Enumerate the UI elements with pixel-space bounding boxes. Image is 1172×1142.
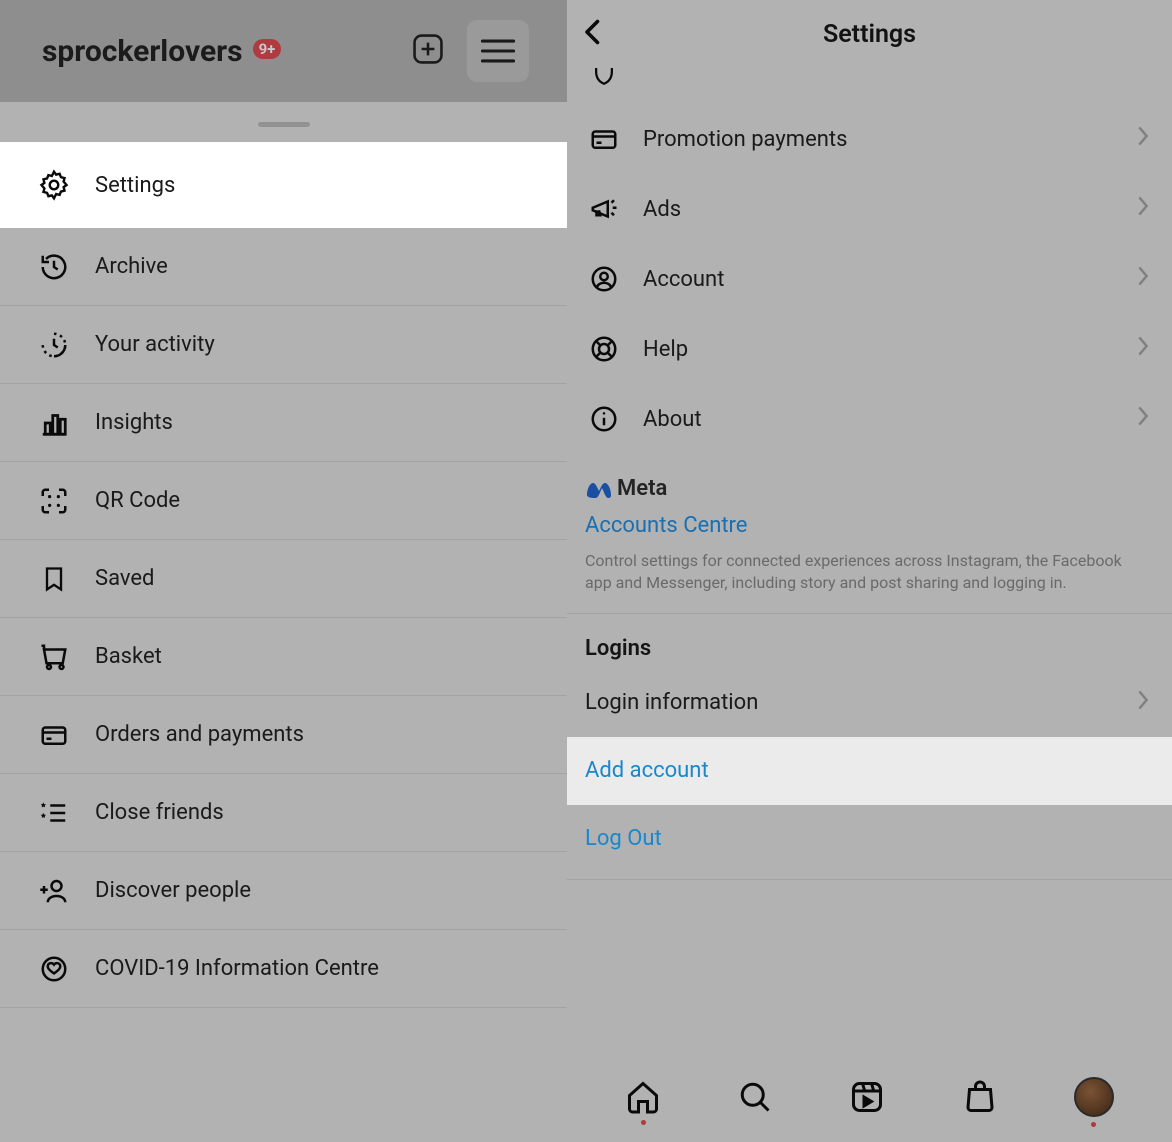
menu-item-basket[interactable]: Basket <box>0 618 567 696</box>
settings-row-about[interactable]: About <box>567 384 1172 454</box>
menu-item-close-friends[interactable]: Close friends <box>0 774 567 852</box>
chevron-right-icon <box>1136 265 1150 293</box>
discover-icon <box>35 876 73 906</box>
menu-item-archive[interactable]: Archive <box>0 228 567 306</box>
menu-item-label: Saved <box>95 566 154 591</box>
menu-item-label: Insights <box>95 410 173 435</box>
covid-icon <box>35 954 73 984</box>
reels-icon <box>849 1079 885 1115</box>
avatar-icon <box>1074 1077 1114 1117</box>
settings-row-label: Account <box>643 267 724 292</box>
menu-item-activity[interactable]: Your activity <box>0 306 567 384</box>
archive-icon <box>35 252 73 282</box>
menu-button[interactable] <box>467 20 529 82</box>
menu-item-settings[interactable]: Settings <box>0 142 567 228</box>
hamburger-icon <box>481 38 515 64</box>
settings-row-label: About <box>643 407 702 432</box>
meta-section: Meta Accounts Centre Control settings fo… <box>567 454 1172 613</box>
menu-item-saved[interactable]: Saved <box>0 540 567 618</box>
profile-header: sprockerlovers 9+ <box>0 0 567 102</box>
notification-dot <box>1091 1122 1096 1127</box>
lifebuoy-icon <box>585 334 623 364</box>
settings-row-promotion-payments[interactable]: Promotion payments <box>567 104 1172 174</box>
username[interactable]: sprockerlovers <box>42 34 243 69</box>
settings-row-help[interactable]: Help <box>567 314 1172 384</box>
insights-icon <box>35 408 73 438</box>
login-row-add-account[interactable]: Add account <box>567 737 1172 805</box>
meta-brand: Meta <box>617 476 667 501</box>
notification-badge: 9+ <box>253 39 282 59</box>
chevron-right-icon <box>1136 689 1150 717</box>
menu-item-qr[interactable]: QR Code <box>0 462 567 540</box>
menu-item-label: Basket <box>95 644 162 669</box>
settings-row-label: Ads <box>643 197 681 222</box>
login-row-log-out[interactable]: Log Out <box>567 805 1172 873</box>
menu-item-label: QR Code <box>95 488 180 513</box>
menu-item-label: Archive <box>95 254 168 279</box>
settings-header: Settings <box>567 0 1172 68</box>
chevron-right-icon <box>1136 125 1150 153</box>
plus-square-icon <box>411 32 445 66</box>
chevron-right-icon <box>1136 195 1150 223</box>
shield-icon <box>585 68 623 86</box>
card-icon <box>35 720 73 750</box>
notification-dot <box>641 1120 646 1125</box>
accounts-centre-description: Control settings for connected experienc… <box>585 550 1154 595</box>
bottom-sheet: Settings Archive Your activi <box>0 107 567 1008</box>
menu-item-label: Discover people <box>95 878 251 903</box>
page-title: Settings <box>823 20 916 49</box>
close-friends-icon <box>35 798 73 828</box>
activity-icon <box>35 330 73 360</box>
login-row-login-information[interactable]: Login information <box>567 669 1172 737</box>
menu-item-label: Orders and payments <box>95 722 304 747</box>
person-circle-icon <box>585 264 623 294</box>
menu-item-discover[interactable]: Discover people <box>0 852 567 930</box>
menu-item-label: COVID-19 Information Centre <box>95 956 379 981</box>
accounts-centre-link[interactable]: Accounts Centre <box>585 513 1154 538</box>
back-button[interactable] <box>575 14 611 54</box>
home-icon <box>625 1079 661 1115</box>
settings-row-label: Promotion payments <box>643 127 847 152</box>
card-icon <box>585 124 623 154</box>
bookmark-icon <box>35 564 73 594</box>
chevron-left-icon <box>575 14 611 50</box>
tab-home[interactable] <box>625 1079 661 1115</box>
menu-item-label: Your activity <box>95 332 215 357</box>
settings-row-ads[interactable]: Ads <box>567 174 1172 244</box>
basket-icon <box>35 642 73 672</box>
logins-section-title: Logins <box>567 614 1172 669</box>
tab-reels[interactable] <box>849 1079 885 1115</box>
chevron-right-icon <box>1136 405 1150 433</box>
sheet-handle[interactable] <box>0 107 567 142</box>
menu-item-label: Settings <box>95 173 175 198</box>
chevron-right-icon <box>1136 335 1150 363</box>
menu-item-label: Close friends <box>95 800 224 825</box>
qr-icon <box>35 486 73 516</box>
login-row-label: Add account <box>585 758 709 783</box>
tab-shop[interactable] <box>962 1079 998 1115</box>
tab-bar <box>567 1062 1172 1142</box>
meta-logo-icon <box>585 479 613 499</box>
search-icon <box>737 1079 773 1115</box>
megaphone-icon <box>585 194 623 224</box>
tab-search[interactable] <box>737 1079 773 1115</box>
settings-row-label: Help <box>643 337 688 362</box>
shop-icon <box>962 1079 998 1115</box>
menu-item-covid[interactable]: COVID-19 Information Centre <box>0 930 567 1008</box>
gear-icon <box>35 169 73 201</box>
menu-item-orders[interactable]: Orders and payments <box>0 696 567 774</box>
menu-item-insights[interactable]: Insights <box>0 384 567 462</box>
login-row-label: Login information <box>585 690 758 715</box>
create-button[interactable] <box>411 32 445 70</box>
tab-profile[interactable] <box>1074 1077 1114 1117</box>
login-row-label: Log Out <box>585 826 662 851</box>
settings-row-account[interactable]: Account <box>567 244 1172 314</box>
settings-row-security[interactable]: Security <box>567 68 1172 104</box>
info-icon <box>585 404 623 434</box>
